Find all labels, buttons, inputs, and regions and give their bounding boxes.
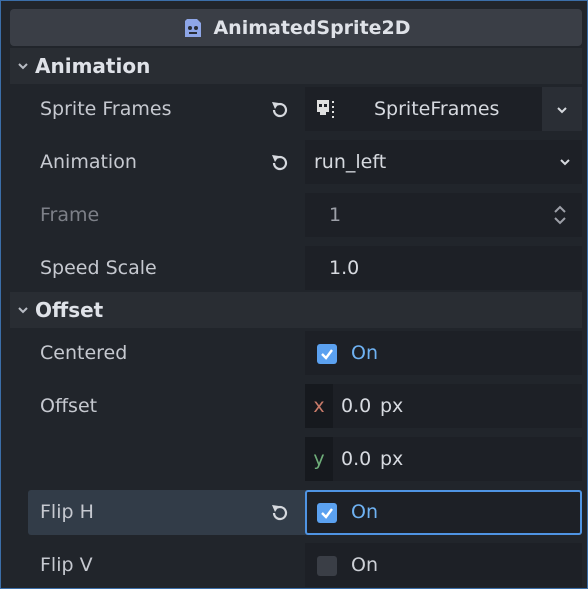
revert-icon[interactable] <box>268 501 292 525</box>
revert-icon[interactable] <box>268 151 292 175</box>
axis-y-label: y <box>305 437 333 481</box>
revert-icon[interactable] <box>268 98 292 122</box>
animated-sprite-icon <box>185 18 202 37</box>
prop-centered: Centered On <box>28 331 582 375</box>
centered-checkbox[interactable]: On <box>305 331 582 375</box>
checkbox-label: On <box>351 342 378 364</box>
prop-animation: Animation run_left <box>28 140 582 184</box>
axis-letter: y <box>313 448 325 470</box>
node-header: AnimatedSprite2D <box>10 9 582 46</box>
section-animation[interactable]: Animation <box>10 48 582 84</box>
chevron-down-icon <box>557 107 567 114</box>
offset-y-unit: px <box>380 448 404 470</box>
chevron-down-icon <box>560 159 570 166</box>
offset-y-input[interactable]: y 0.0 px <box>305 437 582 481</box>
prop-sprite-frames: Sprite Frames SpriteFrames <box>28 87 582 131</box>
prop-speed-scale: Speed Scale 1.0 <box>28 246 582 290</box>
sprite-frames-value: SpriteFrames <box>374 98 500 120</box>
prop-frame: Frame 1 <box>28 193 582 237</box>
checkbox-label: On <box>351 501 378 523</box>
prop-label: Frame <box>40 204 100 226</box>
prop-label: Offset <box>40 395 98 417</box>
sprite-frames-resource[interactable]: SpriteFrames <box>305 87 582 131</box>
animation-select[interactable]: run_left <box>305 140 582 184</box>
prop-flip-h: Flip H On <box>28 490 582 535</box>
check-icon <box>321 349 333 360</box>
prop-label: Flip V <box>40 554 93 576</box>
inspector-panel: AnimatedSprite2D Animation Sprite Frames… <box>0 0 588 589</box>
check-icon <box>321 508 333 519</box>
axis-letter: x <box>313 395 325 417</box>
offset-x-value: 0.0 <box>341 395 372 417</box>
chevron-down-icon <box>18 63 28 70</box>
checkbox-label: On <box>351 554 378 576</box>
axis-x-label: x <box>305 384 333 428</box>
node-title: AnimatedSprite2D <box>213 16 411 39</box>
sprite-frames-icon <box>317 100 334 118</box>
speed-scale-input[interactable]: 1.0 <box>305 246 582 290</box>
section-label: Animation <box>35 54 151 78</box>
prop-label: Speed Scale <box>40 257 157 279</box>
frame-spinbox[interactable]: 1 <box>305 193 582 237</box>
flip-h-checkbox[interactable]: On <box>305 490 582 535</box>
flip-v-checkbox[interactable]: On <box>305 543 582 587</box>
section-offset[interactable]: Offset <box>10 292 582 328</box>
animation-value: run_left <box>314 151 387 173</box>
offset-x-unit: px <box>380 395 404 417</box>
offset-x-input[interactable]: x 0.0 px <box>305 384 582 428</box>
frame-value: 1 <box>329 204 342 226</box>
prop-offset: Offset x 0.0 px y 0.0 px <box>28 384 582 481</box>
chevron-down-icon <box>18 307 28 314</box>
prop-label: Sprite Frames <box>40 98 172 120</box>
section-label: Offset <box>35 298 104 322</box>
speed-scale-value: 1.0 <box>329 257 360 279</box>
checkbox[interactable] <box>317 503 337 523</box>
spin-arrows-icon[interactable] <box>552 204 568 226</box>
sprite-frames-dropdown-button[interactable] <box>542 87 582 131</box>
offset-y-value: 0.0 <box>341 448 372 470</box>
prop-label: Flip H <box>40 501 94 523</box>
checkbox[interactable] <box>317 556 337 576</box>
prop-flip-v: Flip V On <box>28 543 582 587</box>
prop-label: Centered <box>40 342 128 364</box>
prop-label: Animation <box>40 151 137 173</box>
checkbox[interactable] <box>317 344 337 364</box>
